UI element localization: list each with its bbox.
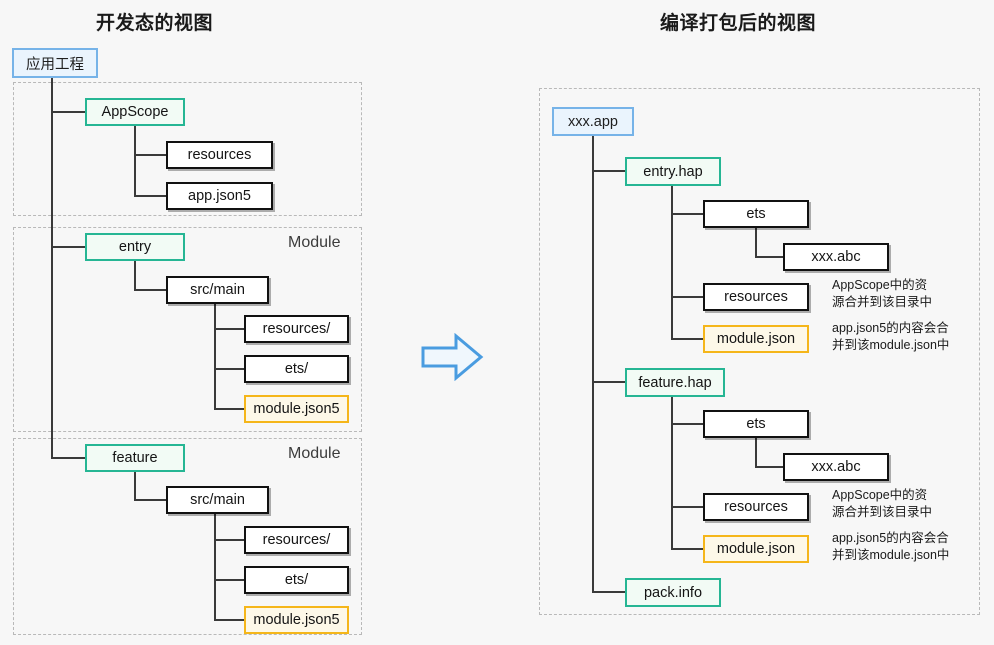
node-feature-hap-module-json[interactable]: module.json [703, 535, 809, 563]
node-feature-module-json5[interactable]: module.json5 [244, 606, 349, 634]
node-feature-hap[interactable]: feature.hap [625, 368, 725, 397]
node-entry-resources[interactable]: resources/ [244, 315, 349, 343]
node-feature[interactable]: feature [85, 444, 185, 472]
node-appscope-app-json5[interactable]: app.json5 [166, 182, 273, 210]
node-feature-ets[interactable]: ets/ [244, 566, 349, 594]
right-panel-title: 编译打包后的视图 [660, 13, 817, 34]
node-feature-src-main[interactable]: src/main [166, 486, 269, 514]
node-entry-hap-resources[interactable]: resources [703, 283, 809, 311]
node-entry-hap[interactable]: entry.hap [625, 157, 721, 186]
node-feature-resources[interactable]: resources/ [244, 526, 349, 554]
annotation-feature-module-json: app.json5的内容会合 并到该module.json中 [832, 531, 950, 562]
node-entry-src-main[interactable]: src/main [166, 276, 269, 304]
node-pack-info[interactable]: pack.info [625, 578, 721, 607]
node-feature-hap-abc[interactable]: xxx.abc [783, 453, 889, 481]
node-xxx-app[interactable]: xxx.app [552, 107, 634, 136]
left-panel-title: 开发态的视图 [96, 13, 214, 34]
right-arrow-icon [421, 333, 484, 381]
node-entry-hap-module-json[interactable]: module.json [703, 325, 809, 353]
node-feature-hap-ets[interactable]: ets [703, 410, 809, 438]
node-appscope[interactable]: AppScope [85, 98, 185, 126]
entry-module-label: Module [288, 234, 341, 251]
node-entry-hap-abc[interactable]: xxx.abc [783, 243, 889, 271]
node-feature-hap-resources[interactable]: resources [703, 493, 809, 521]
node-app-project[interactable]: 应用工程 [12, 48, 98, 78]
annotation-entry-resources: AppScope中的资 源合并到该目录中 [832, 278, 933, 309]
diagram-canvas: 开发态的视图 编译打包后的视图 Module Module 应用工程 AppSc… [0, 0, 994, 645]
node-entry-ets[interactable]: ets/ [244, 355, 349, 383]
node-entry[interactable]: entry [85, 233, 185, 261]
feature-module-label: Module [288, 445, 341, 462]
node-entry-module-json5[interactable]: module.json5 [244, 395, 349, 423]
annotation-feature-resources: AppScope中的资 源合并到该目录中 [832, 488, 933, 519]
node-entry-hap-ets[interactable]: ets [703, 200, 809, 228]
annotation-entry-module-json: app.json5的内容会合 并到该module.json中 [832, 321, 950, 352]
node-appscope-resources[interactable]: resources [166, 141, 273, 169]
